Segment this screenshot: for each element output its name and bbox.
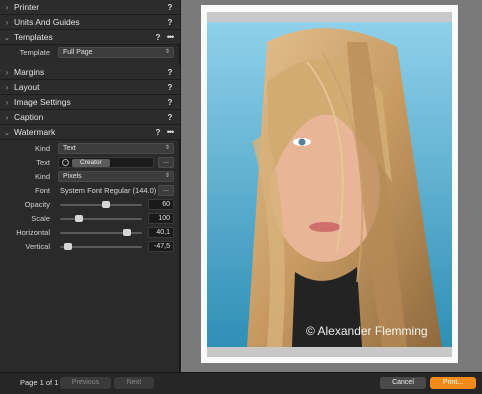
section-units-title: Units And Guides (14, 17, 80, 27)
more-options-icon[interactable]: ••• (164, 127, 176, 137)
scale-slider-track[interactable] (60, 218, 142, 220)
chevron-right-icon: › (5, 112, 9, 122)
watermark-unit-value: Pixels (63, 173, 82, 180)
print-settings-panel: › Printer ? › Units And Guides ? ⌄ Templ… (0, 0, 180, 372)
watermark-vertical-label: Vertical (25, 242, 50, 251)
watermark-opacity-row: Opacity 60 (0, 198, 180, 211)
watermark-text-row: Text ⋯ Creator ... (0, 156, 180, 169)
watermark-scale-row: Scale 100 (0, 212, 180, 225)
help-icon[interactable]: ? (164, 113, 176, 122)
cancel-button[interactable]: Cancel (380, 377, 426, 389)
chevron-right-icon: › (5, 2, 9, 12)
section-printer-title: Printer (14, 2, 40, 12)
watermark-font-options-button[interactable]: ... (158, 185, 174, 196)
vertical-slider-thumb[interactable] (63, 243, 72, 250)
opacity-input[interactable]: 60 (148, 199, 174, 210)
opacity-slider-thumb[interactable] (102, 201, 111, 208)
template-value: Full Page (63, 49, 93, 56)
section-layout-title: Layout (14, 82, 40, 92)
watermark-unit-label: Kind (34, 172, 50, 181)
print-preview-area: © Alexander Flemming (181, 0, 482, 372)
section-templates-title: Templates (14, 32, 53, 42)
watermark-vertical-row: Vertical -47,5 (0, 240, 180, 253)
opacity-slider-track[interactable] (60, 204, 142, 206)
scale-slider-thumb[interactable] (74, 215, 83, 222)
watermark-kind-select[interactable]: Text ⇕ (58, 143, 174, 154)
vertical-input[interactable]: -47,5 (148, 241, 174, 252)
watermark-kind-label: Kind (34, 144, 50, 153)
help-icon[interactable]: ? (164, 83, 176, 92)
vertical-slider-track[interactable] (60, 246, 142, 248)
help-icon[interactable]: ? (164, 68, 176, 77)
watermark-horizontal-label: Horizontal (16, 228, 50, 237)
section-margins-title: Margins (14, 67, 45, 77)
previous-page-button[interactable]: Previous (60, 377, 111, 389)
portrait-illustration (207, 22, 452, 347)
watermark-text-options-button[interactable]: ... (158, 157, 174, 168)
dialog-footer: Page 1 of 1 Previous Next Cancel Print..… (0, 372, 482, 394)
portrait-photo: © Alexander Flemming (207, 22, 452, 347)
section-layout[interactable]: › Layout ? (0, 80, 180, 95)
section-units-and-guides[interactable]: › Units And Guides ? (0, 15, 180, 30)
section-printer[interactable]: › Printer ? (0, 0, 180, 15)
chevron-down-icon: ⌄ (3, 127, 11, 137)
stepper-arrows-icon: ⇕ (164, 145, 170, 151)
print-button[interactable]: Print... (430, 377, 476, 389)
horizontal-input[interactable]: 40,1 (148, 227, 174, 238)
stepper-arrows-icon: ⇕ (164, 49, 170, 55)
more-options-icon[interactable]: ••• (164, 32, 176, 42)
section-watermark-title: Watermark (14, 127, 56, 137)
chevron-down-icon: ⌄ (3, 32, 11, 42)
horizontal-slider-thumb[interactable] (122, 229, 131, 236)
template-label: Template (19, 48, 50, 57)
section-caption[interactable]: › Caption ? (0, 110, 180, 125)
page-count: Page 1 of 1 (20, 378, 59, 387)
watermark-font-label: Font (34, 186, 50, 195)
metadata-token-icon: ⋯ (62, 159, 69, 166)
help-icon[interactable]: ? (164, 18, 176, 27)
chevron-right-icon: › (5, 82, 9, 92)
help-icon[interactable]: ? (164, 3, 176, 12)
chevron-right-icon: › (5, 67, 9, 77)
watermark-kind-row: Kind Text ⇕ (0, 142, 180, 155)
watermark-font-row: Font System Font Regular (144.0) ... (0, 184, 180, 197)
watermark-scale-label: Scale (31, 214, 50, 223)
section-image-settings-title: Image Settings (14, 97, 71, 107)
help-icon[interactable]: ? (152, 128, 164, 137)
section-image-settings[interactable]: › Image Settings ? (0, 95, 180, 110)
margin-guide-top (207, 12, 452, 22)
template-row: Template Full Page ⇕ (0, 46, 180, 59)
watermark-overlay-text: © Alexander Flemming (306, 324, 428, 338)
watermark-font-value: System Font Regular (144.0) (60, 186, 157, 195)
watermark-unit-select[interactable]: Pixels ⇕ (58, 171, 174, 182)
watermark-opacity-label: Opacity (24, 200, 50, 209)
help-icon[interactable]: ? (164, 98, 176, 107)
section-templates[interactable]: ⌄ Templates ? ••• (0, 30, 180, 45)
paper-sheet: © Alexander Flemming (201, 5, 458, 363)
chevron-right-icon: › (5, 97, 9, 107)
chevron-right-icon: › (5, 17, 9, 27)
margin-guide-bottom (207, 347, 452, 357)
watermark-unit-row: Kind Pixels ⇕ (0, 170, 180, 183)
section-watermark[interactable]: ⌄ Watermark ? ••• (0, 125, 180, 140)
watermark-text-field[interactable]: ⋯ Creator (58, 157, 154, 168)
creator-token[interactable]: Creator (72, 159, 110, 167)
watermark-text-label: Text (36, 158, 50, 167)
watermark-horizontal-row: Horizontal 40,1 (0, 226, 180, 239)
help-icon[interactable]: ? (152, 33, 164, 42)
section-caption-title: Caption (14, 112, 44, 122)
scale-input[interactable]: 100 (148, 213, 174, 224)
template-select[interactable]: Full Page ⇕ (58, 47, 174, 58)
section-margins[interactable]: › Margins ? (0, 65, 180, 80)
watermark-kind-value: Text (63, 145, 76, 152)
stepper-arrows-icon: ⇕ (164, 173, 170, 179)
next-page-button[interactable]: Next (114, 377, 154, 389)
